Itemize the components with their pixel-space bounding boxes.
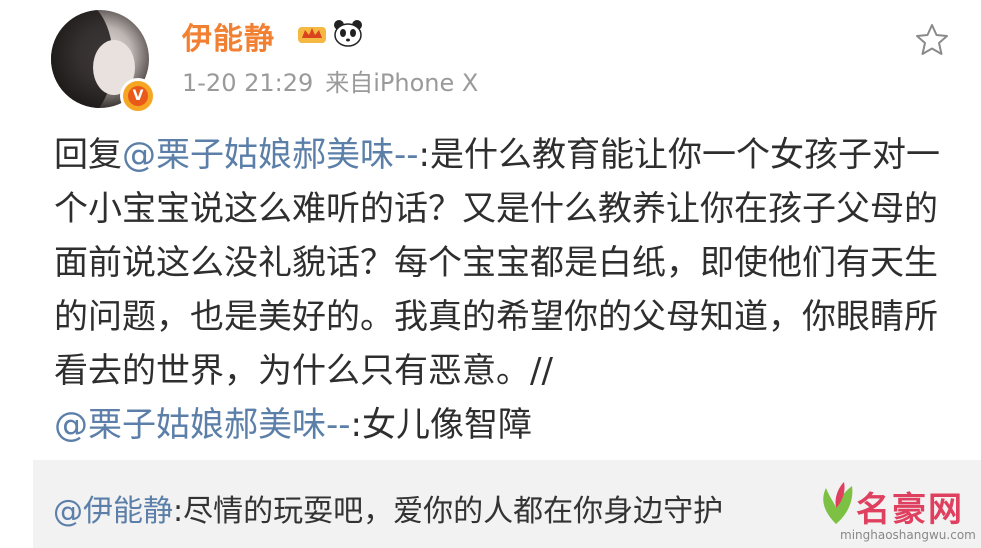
post-content: 回复@栗子姑娘郝美味--:是什么教育能让你一个女孩子对一个小宝宝说这么难听的话？…	[54, 128, 944, 452]
star-icon[interactable]	[914, 22, 950, 58]
quoted-text: :女儿像智障	[350, 405, 533, 445]
post-source[interactable]: 来自iPhone X	[325, 69, 478, 97]
watermark-brand: 名豪网	[856, 490, 964, 530]
verified-v-icon: V	[120, 78, 156, 114]
comment-text: @伊能静:尽情的玩耍吧，爱你的人都在你身边守护	[53, 486, 723, 530]
comment-body: :尽情的玩耍吧，爱你的人都在你身边守护	[173, 494, 724, 529]
mention-link[interactable]: @栗子姑娘郝美味--	[54, 405, 351, 445]
panda-icon	[334, 20, 362, 47]
reply-prefix: 回复	[54, 135, 122, 175]
timestamp: 1-20 21:29	[182, 69, 314, 97]
post-meta: 1-20 21:29 来自iPhone X	[182, 63, 478, 98]
crown-icon	[298, 27, 326, 43]
mention-link[interactable]: @伊能静	[53, 494, 173, 529]
watermark: 名豪网 minghaoshangwu.com	[812, 478, 977, 546]
username[interactable]: 伊能静	[182, 14, 275, 58]
watermark-url: minghaoshangwu.com	[840, 528, 976, 542]
mention-link[interactable]: @栗子姑娘郝美味--	[122, 135, 419, 175]
weibo-post: V 伊能静 1-20 21:29 来自iPhone X 回复@栗子姑娘郝美味--:…	[0, 0, 981, 460]
watermark-logo-icon	[823, 482, 853, 524]
